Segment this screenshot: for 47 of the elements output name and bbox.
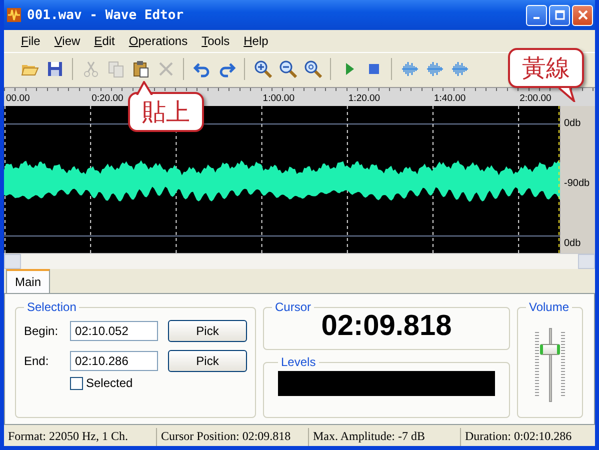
waveform-icon <box>6 7 22 23</box>
decibel-label: 0db <box>564 118 582 129</box>
menu-item[interactable]: Tools <box>194 34 237 48</box>
pick-button[interactable]: Pick <box>168 350 247 372</box>
callout: 黃線 <box>508 48 584 88</box>
menu-item[interactable]: Edit <box>87 34 122 48</box>
menu-item[interactable]: Operations <box>122 34 195 48</box>
time-label: 00.00 <box>5 93 30 104</box>
input-field[interactable]: 02:10.052 <box>70 321 158 341</box>
maximize-button[interactable] <box>549 4 570 26</box>
time-label: 1:00.00 <box>262 93 294 104</box>
input-field[interactable]: 02:10.286 <box>70 351 158 371</box>
window-title: 001.wav - Wave Edtor <box>27 8 185 22</box>
decibel-label: 0db <box>564 238 582 249</box>
time-label: 0:20.00 <box>90 93 124 104</box>
checkbox[interactable] <box>70 376 83 390</box>
group-title: Levels <box>280 355 317 369</box>
field-label: Begin: <box>24 324 60 338</box>
group-title: Volume <box>528 300 570 314</box>
tab[interactable]: Main <box>6 269 50 293</box>
status-text: Format: 22050 Hz, 1 Ch. <box>4 428 157 446</box>
status-text: Duration: 0:02:10.286 <box>464 428 573 445</box>
decibel-label: -90db <box>564 178 591 189</box>
close-icon <box>578 10 588 20</box>
volume-slider[interactable] <box>535 328 565 402</box>
callout-tail <box>558 88 578 102</box>
time-label: 1:20.00 <box>347 93 380 104</box>
time-label: 2:00.00 <box>518 93 552 104</box>
callout: 貼上 <box>128 92 204 132</box>
checkbox-label: Selected <box>86 376 133 390</box>
close-button[interactable] <box>572 4 593 26</box>
minimize-icon <box>533 17 540 19</box>
maximize-icon <box>554 10 564 20</box>
menu-item[interactable]: View <box>47 34 88 48</box>
cursor-time: 02:09.818 <box>321 310 452 343</box>
group-title: Selection <box>26 300 78 314</box>
horizontal-scrollbar[interactable] <box>4 253 595 269</box>
menu-item[interactable]: Help <box>236 34 276 48</box>
minimize-button[interactable] <box>526 4 547 26</box>
menu-item[interactable]: File <box>14 34 48 48</box>
slider-thumb[interactable] <box>540 344 560 354</box>
field-label: End: <box>24 354 50 368</box>
status-text: Cursor Position: 02:09.818 <box>157 428 309 446</box>
time-label: 1:40.00 <box>433 93 466 104</box>
pick-button[interactable]: Pick <box>168 320 247 342</box>
group-title: Cursor <box>274 300 312 314</box>
status-text: Max. Amplitude: -7 dB <box>309 428 461 446</box>
